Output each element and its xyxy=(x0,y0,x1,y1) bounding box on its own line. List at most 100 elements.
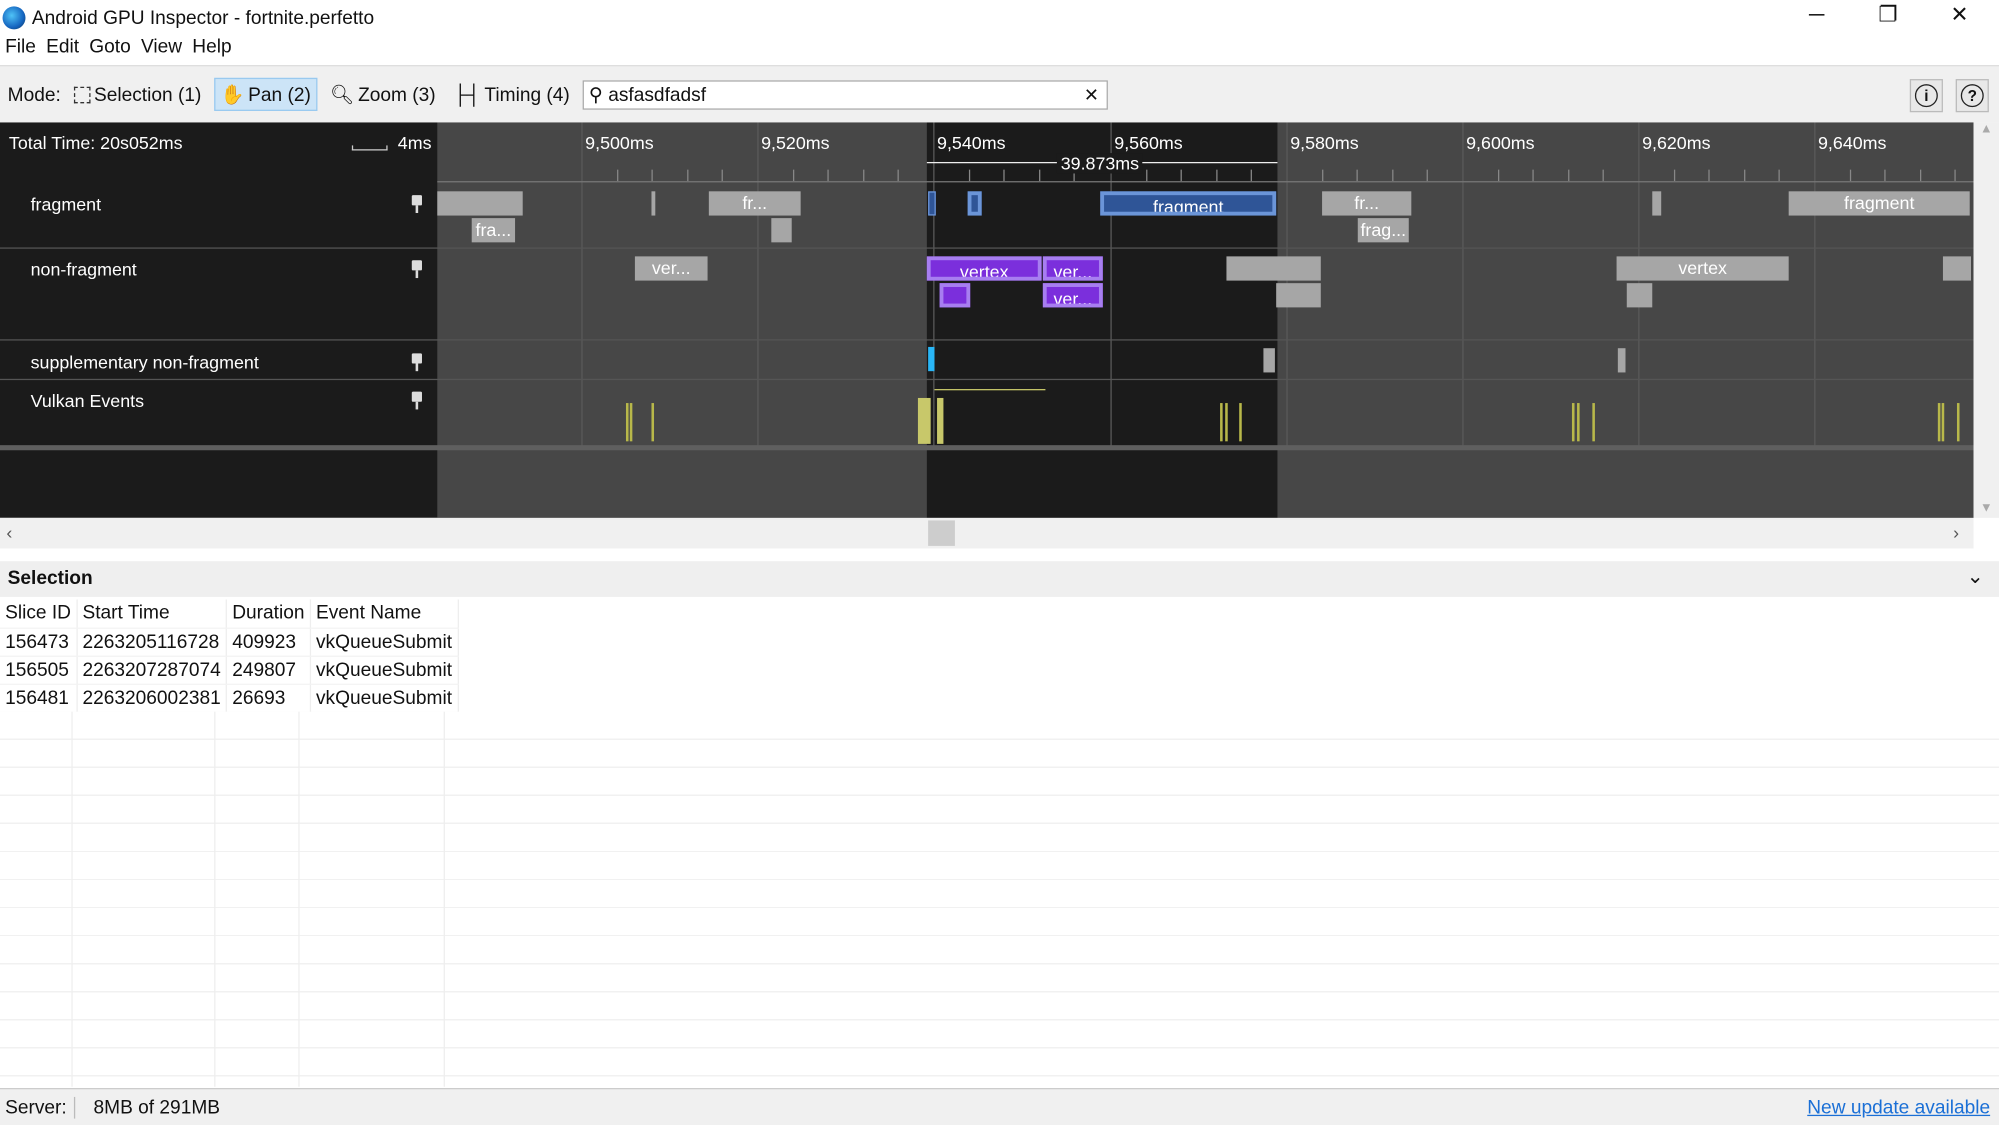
slice[interactable] xyxy=(967,191,982,216)
vulkan-event[interactable] xyxy=(651,403,655,442)
clear-search-icon[interactable]: ✕ xyxy=(1084,84,1099,106)
timeline[interactable]: 9,500ms 9,520ms 9,540ms 9,560ms 9,580ms 9,600… xyxy=(0,122,1974,518)
tick-mark xyxy=(1954,169,1957,182)
slice[interactable] xyxy=(437,191,523,216)
vulkan-event[interactable] xyxy=(937,397,944,444)
vulkan-event[interactable] xyxy=(1937,403,1941,442)
vulkan-event[interactable] xyxy=(1239,403,1242,442)
table-row[interactable]: 156473 2263205116728 409923 vkQueueSubmit xyxy=(0,627,459,657)
update-link[interactable]: New update available xyxy=(1807,1096,1990,1118)
vulkan-event[interactable] xyxy=(625,403,629,442)
vulkan-event[interactable] xyxy=(1956,403,1960,442)
menu-view[interactable]: View xyxy=(136,36,187,64)
mode-selection-button[interactable]: Selection (1) xyxy=(68,80,206,109)
vulkan-event[interactable] xyxy=(1577,403,1580,442)
vulkan-event[interactable] xyxy=(1941,403,1945,442)
tick-mark xyxy=(1356,169,1359,182)
slice[interactable] xyxy=(1226,256,1321,281)
scrollbar-thumb[interactable] xyxy=(928,520,955,546)
slice[interactable]: ver... xyxy=(634,256,708,281)
close-button[interactable]: ✕ xyxy=(1934,3,1985,29)
slice[interactable] xyxy=(651,191,656,216)
tick-mark xyxy=(1427,169,1429,182)
menu-file[interactable]: File xyxy=(0,36,41,64)
table-cell: 2263205116728 xyxy=(76,627,228,657)
slice[interactable] xyxy=(928,346,935,372)
mode-label-text: Selection (1) xyxy=(93,83,202,106)
table-row[interactable]: 156505 2263207287074 249807 vkQueueSubmit xyxy=(0,655,459,685)
table-cell: 156481 xyxy=(0,683,78,713)
slice[interactable] xyxy=(1942,256,1971,281)
slice[interactable]: ver... xyxy=(1042,283,1103,308)
tick-mark xyxy=(1180,169,1183,182)
menu-goto[interactable]: Goto xyxy=(84,36,136,64)
vulkan-event[interactable] xyxy=(917,397,931,444)
vulkan-event[interactable] xyxy=(1225,403,1228,442)
slice[interactable]: fra... xyxy=(471,218,516,243)
tick-label: 9,600ms xyxy=(1466,132,1535,154)
vulkan-event[interactable] xyxy=(629,403,633,442)
column-header[interactable]: Start Time xyxy=(76,599,228,629)
title-bar: Android GPU Inspector - fortnite.perfett… xyxy=(0,0,1999,36)
vulkan-event[interactable] xyxy=(1220,403,1223,442)
slice[interactable]: frag... xyxy=(1357,218,1409,243)
tick-mark xyxy=(1884,169,1886,182)
slice[interactable]: fr... xyxy=(708,191,801,216)
vulkan-event[interactable] xyxy=(1571,403,1575,442)
mode-label: Mode: xyxy=(7,83,61,106)
scroll-left-icon[interactable]: ‹ xyxy=(6,522,12,542)
grid-line xyxy=(933,122,935,447)
flow-arrow xyxy=(934,389,1046,391)
menu-help[interactable]: Help xyxy=(187,36,237,64)
pin-icon[interactable] xyxy=(411,391,424,410)
pin-icon[interactable] xyxy=(411,195,424,214)
slice[interactable] xyxy=(771,218,792,243)
search-input[interactable]: ⚲ asfasdfadsf ✕ xyxy=(582,79,1108,110)
scroll-right-icon[interactable]: › xyxy=(1953,522,1959,542)
status-bar: Server: 8MB of 291MB New update availabl… xyxy=(0,1088,1999,1125)
slice[interactable]: fragment xyxy=(1788,191,1970,216)
tick-mark xyxy=(1567,169,1570,182)
track-label-vulkan: Vulkan Events xyxy=(30,390,145,411)
column-header[interactable]: Slice ID xyxy=(0,599,78,629)
tick-mark xyxy=(862,169,865,182)
tracks-area[interactable]: 9,500ms 9,520ms 9,540ms 9,560ms 9,580ms 9,600… xyxy=(437,122,1974,518)
table-cell: 2263207287074 xyxy=(76,655,228,685)
vertical-scrollbar[interactable]: ▲ ▼ xyxy=(1973,122,1999,518)
minimize-button[interactable]: ─ xyxy=(1791,3,1842,29)
tick-label: 9,580ms xyxy=(1290,132,1359,154)
chevron-down-icon[interactable]: ⌄ xyxy=(1967,564,1984,590)
table-cell: vkQueueSubmit xyxy=(310,627,459,657)
horizontal-scrollbar[interactable]: ‹ › xyxy=(0,517,1974,549)
pin-icon[interactable] xyxy=(411,353,424,372)
slice[interactable] xyxy=(1626,283,1653,308)
restore-button[interactable]: ❐ xyxy=(1863,3,1914,29)
tick-mark xyxy=(1321,169,1323,182)
vulkan-event[interactable] xyxy=(1592,403,1595,442)
slice[interactable] xyxy=(1617,348,1626,373)
info-button[interactable]: i xyxy=(1909,79,1943,113)
slice[interactable]: fr... xyxy=(1322,191,1412,216)
tick-mark xyxy=(1003,169,1005,182)
slice[interactable] xyxy=(1652,191,1662,216)
mode-zoom-button[interactable]: 🔍︎ Zoom (3) xyxy=(325,79,441,110)
help-button[interactable]: ? xyxy=(1955,79,1989,113)
menu-edit[interactable]: Edit xyxy=(41,36,84,64)
tick-mark xyxy=(1532,169,1534,182)
slice[interactable]: vertex xyxy=(1616,256,1789,281)
slice[interactable] xyxy=(928,191,936,216)
column-header[interactable]: Event Name xyxy=(310,599,459,629)
slice[interactable] xyxy=(939,283,971,308)
mode-pan-button[interactable]: ✋ Pan (2) xyxy=(214,77,318,111)
mode-timing-button[interactable]: ├┤ Timing (4) xyxy=(448,80,574,109)
tick-mark xyxy=(1743,169,1746,182)
help-icon: ? xyxy=(1960,84,1984,108)
table-row[interactable]: 156481 2263206002381 26693 vkQueueSubmit xyxy=(0,683,459,713)
pin-icon[interactable] xyxy=(411,260,424,279)
slice-vertex-selected[interactable]: vertex xyxy=(926,256,1042,281)
slice[interactable]: ver... xyxy=(1042,256,1103,281)
slice[interactable] xyxy=(1276,283,1321,308)
column-header[interactable]: Duration xyxy=(226,599,311,629)
slice-fragment-selected[interactable]: fragment xyxy=(1100,191,1277,216)
slice[interactable] xyxy=(1263,348,1275,373)
